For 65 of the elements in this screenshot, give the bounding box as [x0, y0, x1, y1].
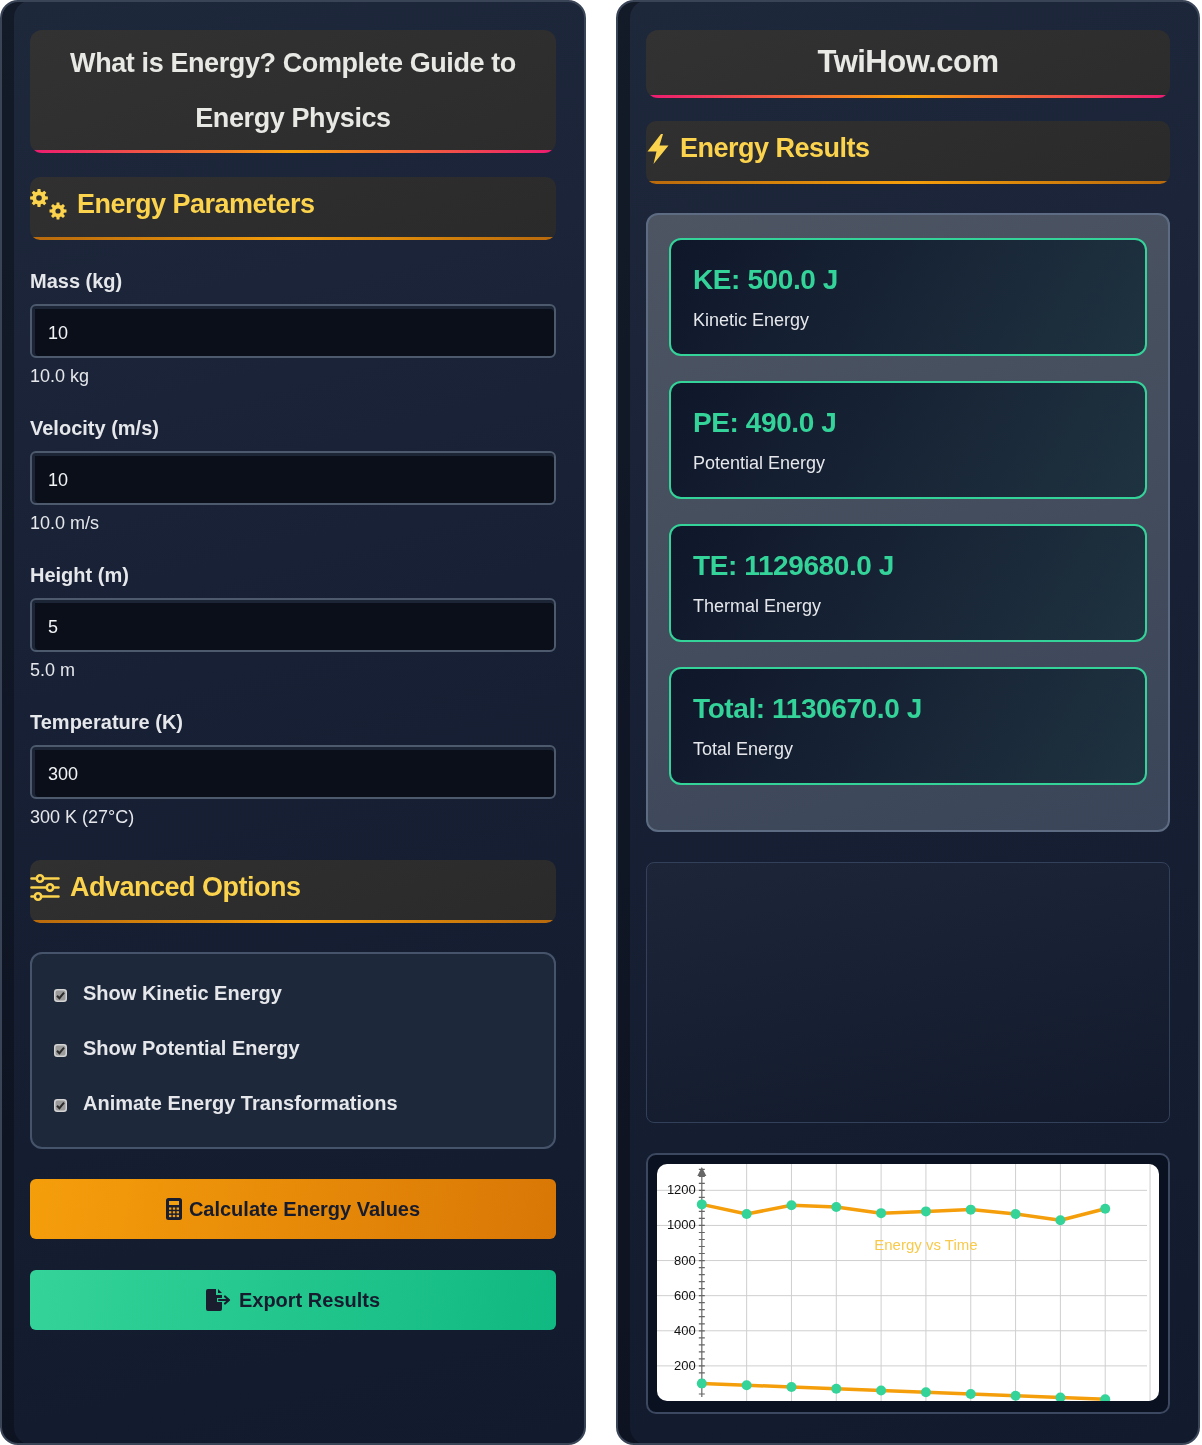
field-label: Temperature (K) [30, 710, 183, 734]
input-field[interactable]: 5 [30, 598, 556, 652]
site-name: TwiHow.com [817, 44, 999, 80]
y-tick-label: 200 [674, 1357, 696, 1373]
option-label[interactable]: Animate Energy Transformations [83, 1091, 398, 1115]
data-point [1010, 1390, 1021, 1401]
input-field[interactable]: 10 [30, 451, 556, 505]
field-label: Height (m) [30, 563, 129, 587]
option-label[interactable]: Show Potential Energy [83, 1036, 300, 1060]
data-point [965, 1389, 976, 1399]
y-tick-label: 600 [674, 1287, 696, 1303]
data-point [1055, 1392, 1066, 1401]
option-label[interactable]: Show Kinetic Energy [83, 981, 282, 1005]
sliders-icon [30, 874, 60, 901]
energy-label: Potential Energy [693, 452, 827, 475]
field-label: Velocity (m/s) [30, 416, 159, 440]
data-point [696, 1199, 707, 1210]
data-point [786, 1200, 797, 1211]
calculate-button[interactable]: Calculate Energy Values [30, 1179, 556, 1239]
section-title: Energy Parameters [77, 189, 315, 220]
data-point [741, 1209, 752, 1220]
data-point [876, 1208, 887, 1219]
field-reading: 5.0 m [30, 659, 76, 681]
checkbox[interactable] [54, 1098, 67, 1112]
data-point [920, 1387, 931, 1398]
data-point [920, 1206, 931, 1217]
data-point [1100, 1394, 1111, 1401]
export-button[interactable]: Export Results [30, 1270, 556, 1330]
chart-title: Energy vs Time [874, 1236, 978, 1253]
field-reading: 10.0 kg [30, 365, 90, 387]
y-tick-label: 400 [674, 1322, 696, 1338]
input-field[interactable]: 10 [30, 304, 556, 358]
section-title: Energy Results [680, 133, 870, 164]
field-reading: 10.0 m/s [30, 512, 100, 534]
data-point [965, 1204, 976, 1215]
document-arrow-icon [205, 1289, 232, 1311]
data-point [696, 1378, 707, 1389]
field-label: Mass (kg) [30, 269, 123, 293]
lightning-icon [646, 133, 670, 164]
page-title: What is Energy? Complete Guide to Energy Physics [69, 47, 517, 135]
calculator-icon [165, 1198, 182, 1220]
data-point [786, 1381, 797, 1392]
energy-value: PE: 490.0 J [693, 406, 838, 440]
data-point [1055, 1215, 1066, 1226]
data-point [831, 1202, 842, 1212]
checkbox[interactable] [54, 1043, 67, 1057]
y-tick-label: 800 [674, 1252, 696, 1268]
section-title: Advanced Options [70, 872, 301, 903]
data-point [876, 1385, 887, 1396]
energy-value: KE: 500.0 J [693, 263, 840, 297]
data-point [741, 1380, 752, 1391]
input-field[interactable]: 300 [30, 745, 556, 799]
energy-label: Kinetic Energy [693, 309, 811, 332]
data-point [831, 1383, 842, 1394]
data-point [1100, 1203, 1111, 1214]
energy-label: Total Energy [693, 738, 795, 761]
y-tick-label: 1000 [666, 1217, 696, 1233]
energy-value: TE: 1129680.0 J [693, 549, 896, 583]
energy-value: Total: 1130670.0 J [693, 692, 923, 726]
checkbox[interactable] [54, 988, 67, 1002]
data-point [1010, 1209, 1021, 1220]
energy-label: Thermal Energy [693, 595, 823, 618]
gears-icon [30, 189, 67, 220]
y-tick-label: 1200 [666, 1182, 696, 1198]
field-reading: 300 K (27°C) [30, 806, 135, 828]
